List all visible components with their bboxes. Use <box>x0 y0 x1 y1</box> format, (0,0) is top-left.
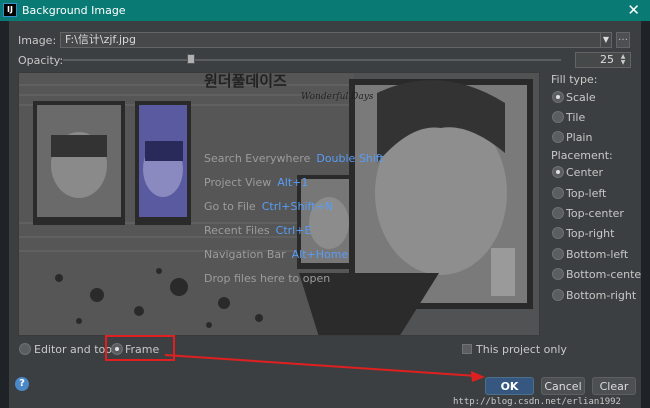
title-bar: IJ Background Image ✕ <box>0 0 650 21</box>
placement-top-center-radio[interactable] <box>552 207 564 219</box>
opacity-spinner[interactable]: 25 ▲ ▼ <box>575 52 631 68</box>
background-image-dialog: Image: F:\信计\zjf.jpg ▼ … Opacity: 25 ▲▼ <box>9 21 646 408</box>
frame-label[interactable]: Frame <box>125 343 159 356</box>
editor-and-tools-radio[interactable] <box>19 343 31 355</box>
placement-bottom-center-label[interactable]: Bottom-center <box>566 268 646 281</box>
fill-scale-label[interactable]: Scale <box>566 91 596 104</box>
image-path-value: F:\信计\zjf.jpg <box>65 33 137 46</box>
intellij-icon: IJ <box>3 3 17 17</box>
image-history-dropdown[interactable]: ▼ <box>600 32 612 48</box>
hint-search-everywhere: Search Everywhere Double Shift <box>204 152 384 165</box>
opacity-value: 25 <box>600 53 614 66</box>
watermark-text: http://blog.csdn.net/erlian1992 <box>453 397 621 407</box>
poster-subtitle: Wonderful Days <box>301 92 374 102</box>
fill-tile-label[interactable]: Tile <box>566 111 585 124</box>
fill-type-label: Fill type: <box>551 73 598 86</box>
placement-top-left-label[interactable]: Top-left <box>566 187 606 200</box>
opacity-slider-thumb[interactable] <box>187 54 195 64</box>
hint-recent-files: Recent Files Ctrl+E <box>204 224 312 237</box>
image-preview: 원더풀데이즈 Wonderful Days Search Everywhere D… <box>18 72 540 336</box>
fill-plain-label[interactable]: Plain <box>566 131 592 144</box>
close-icon[interactable]: ✕ <box>627 1 640 19</box>
placement-bottom-center-radio[interactable] <box>552 268 564 280</box>
placement-center-radio[interactable] <box>552 166 564 178</box>
cancel-button[interactable]: Cancel <box>541 377 585 395</box>
ellipsis-icon: … <box>618 32 628 43</box>
placement-top-center-label[interactable]: Top-center <box>566 207 624 220</box>
opacity-slider[interactable] <box>63 59 561 61</box>
ok-button[interactable]: OK <box>485 377 534 395</box>
fill-plain-radio[interactable] <box>552 131 564 143</box>
placement-label: Placement: <box>551 149 613 162</box>
placement-bottom-right-label[interactable]: Bottom-right <box>566 289 636 302</box>
placement-top-right-label[interactable]: Top-right <box>566 227 614 240</box>
help-icon[interactable]: ? <box>15 377 29 391</box>
hint-drop-files: Drop files here to open <box>204 272 331 285</box>
placement-top-right-radio[interactable] <box>552 227 564 239</box>
image-path-field[interactable]: F:\信计\zjf.jpg <box>60 32 611 48</box>
hint-go-to-file: Go to File Ctrl+Shift+N <box>204 200 333 213</box>
background-window-edge <box>0 21 9 408</box>
placement-bottom-left-radio[interactable] <box>552 248 564 260</box>
clear-button[interactable]: Clear <box>592 377 636 395</box>
hint-navigation-bar: Navigation Bar Alt+Home <box>204 248 349 261</box>
fill-tile-radio[interactable] <box>552 111 564 123</box>
chevron-down-icon: ▼ <box>602 35 610 44</box>
background-window-edge-right <box>641 21 650 408</box>
placement-center-label[interactable]: Center <box>566 166 603 179</box>
opacity-label: Opacity: <box>18 54 64 67</box>
annotation-arrow <box>164 354 485 382</box>
spinner-arrows-icon[interactable]: ▲ ▼ <box>618 54 628 66</box>
frame-radio[interactable] <box>111 343 123 355</box>
browse-button[interactable]: … <box>616 32 630 48</box>
window-title: Background Image <box>22 4 126 17</box>
hint-project-view: Project View Alt+1 <box>204 176 309 189</box>
fill-scale-radio[interactable] <box>552 91 564 103</box>
placement-top-left-radio[interactable] <box>552 187 564 199</box>
image-label: Image: <box>18 34 57 47</box>
placement-bottom-left-label[interactable]: Bottom-left <box>566 248 628 261</box>
poster-title: 원더풀데이즈 <box>204 73 287 90</box>
placement-bottom-right-radio[interactable] <box>552 289 564 301</box>
